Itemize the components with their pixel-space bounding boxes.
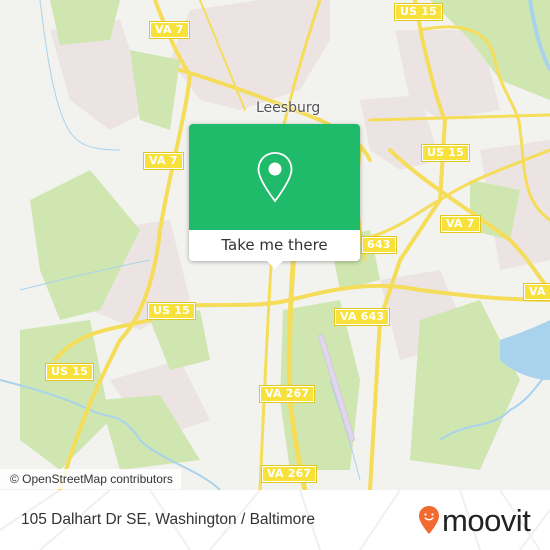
map-attribution[interactable]: © OpenStreetMap contributors <box>0 469 181 489</box>
road-shield: VA 643 <box>333 308 391 326</box>
moovit-pin-icon <box>419 506 439 534</box>
road-shield: US 15 <box>394 3 443 21</box>
road-shield: VA 267 <box>258 385 316 403</box>
road-shield: US 15 <box>421 144 470 162</box>
address-text: 105 Dalhart Dr SE, Washington / Baltimor… <box>21 511 316 528</box>
city-label-leesburg: Leesburg <box>256 100 321 116</box>
road-shield: US 15 <box>147 302 196 320</box>
location-pin-icon <box>257 152 293 203</box>
road-shield: US 15 <box>45 363 94 381</box>
popup-pointer <box>266 260 284 269</box>
moovit-wordmark: moovit <box>442 502 531 538</box>
take-me-there-button[interactable]: Take me there <box>189 230 360 261</box>
popup-header[interactable] <box>189 124 360 230</box>
road-shield: 643 <box>361 236 397 254</box>
road-shield: VA 7 <box>440 215 481 233</box>
moovit-logo[interactable]: moovit <box>418 500 531 540</box>
road-shield: VA 7 <box>143 152 184 170</box>
road-shield: VA 267 <box>260 465 318 483</box>
road-shield: VA 7 <box>523 283 550 301</box>
location-popup[interactable]: Take me there <box>189 124 360 269</box>
road-shield: VA 7 <box>149 21 190 39</box>
footer-bar: 105 Dalhart Dr SE, Washington / Baltimor… <box>0 490 550 550</box>
